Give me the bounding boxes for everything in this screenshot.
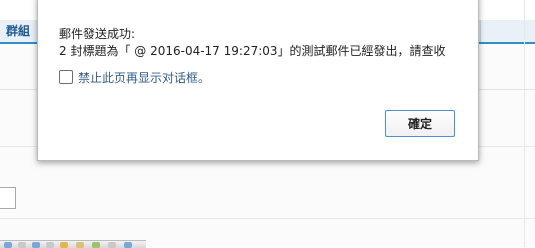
toolbar-icon[interactable]: [108, 242, 116, 248]
divider: [0, 218, 535, 219]
toolbar-icon[interactable]: [4, 242, 12, 248]
suppress-dialog-checkbox[interactable]: [59, 70, 73, 84]
suppress-dialog-label[interactable]: 禁止此页再显示对话框。: [78, 69, 210, 86]
alert-dialog: 郵件發送成功: 2 封標題為「 @ 2016-04-17 19:27:03」的測…: [37, 0, 479, 161]
toolbar-icon[interactable]: [46, 242, 54, 248]
text-input[interactable]: [0, 187, 16, 209]
dialog-message: 2 封標題為「 @ 2016-04-17 19:27:03」的測試郵件已經發出，…: [59, 44, 446, 58]
smiley-icon[interactable]: [76, 242, 84, 248]
toolbar-icon[interactable]: [32, 242, 40, 248]
ok-button[interactable]: 確定: [385, 110, 455, 137]
toolbar-icon[interactable]: [60, 242, 68, 248]
tab-groups[interactable]: 群組: [0, 20, 36, 42]
column-divider: [524, 0, 525, 247]
image-icon[interactable]: [92, 242, 100, 248]
dialog-title: 郵件發送成功:: [59, 27, 136, 41]
toolbar-icon[interactable]: [18, 242, 26, 248]
nav-right-tab[interactable]: [480, 20, 535, 42]
toolbar-icon[interactable]: [124, 242, 132, 248]
